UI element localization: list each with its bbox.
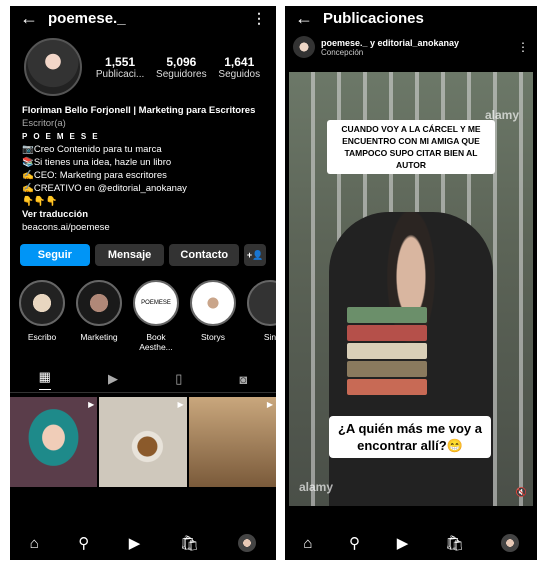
bottom-nav: ⌂ ⚲ ▶ 🛍 [285, 526, 537, 560]
profile-avatar[interactable] [24, 38, 82, 96]
search-icon[interactable]: ⚲ [78, 534, 89, 552]
watermark: alamy [299, 480, 334, 494]
profile-bio: Floriman Bello Forjonell | Marketing par… [10, 96, 276, 234]
reel-icon: ▶ [177, 400, 184, 409]
reel-icon: ▶ [88, 400, 95, 409]
bio-line: 👇👇👇 [22, 196, 58, 207]
meme-caption-bottom: ¿A quién más me voy a encontrar allí?😁 [329, 416, 491, 458]
contact-button[interactable]: Contacto [169, 244, 240, 266]
author-avatar[interactable] [293, 36, 315, 58]
follow-button[interactable]: Seguir [20, 244, 90, 266]
back-arrow-icon[interactable]: ← [20, 8, 48, 29]
story-highlights: Escribo Marketing POEMESE Book Aesthe... … [10, 266, 276, 352]
post-author[interactable]: poemese._ y editorial_anokanay [321, 38, 459, 48]
add-person-icon[interactable]: +👤 [244, 244, 267, 266]
highlight-item[interactable]: Storys [189, 280, 237, 352]
highlight-item[interactable]: Escribo [18, 280, 66, 352]
bio-line: ✍️CREATIVO en @editorial_anokanay [22, 183, 187, 194]
highlight-item[interactable]: POEMESE Book Aesthe... [132, 280, 180, 352]
watermark: alamy [485, 108, 520, 122]
stat-posts[interactable]: 1,551 Publicaci... [96, 55, 144, 80]
bio-link[interactable]: beacons.ai/poemese [22, 221, 266, 234]
profile-username: poemese._ [48, 9, 126, 27]
bio-category: Escritor(a) [22, 118, 66, 129]
highlight-item[interactable]: Marketing [75, 280, 123, 352]
post-media[interactable]: CUANDO VOY A LA CÁRCEL Y ME ENCUENTRO CO… [289, 72, 533, 506]
bio-brand: POEMESE [22, 132, 104, 141]
post-screen: ← Publicaciones poemese._ y editorial_an… [285, 6, 537, 560]
post-top-bar: ← Publicaciones [285, 6, 537, 30]
bio-line: ✍️CEO: Marketing para escritores [22, 170, 167, 181]
grid-post[interactable]: ▶ [99, 397, 187, 487]
highlight-item[interactable]: Sin [246, 280, 276, 352]
more-options-icon[interactable]: ⋮ [252, 10, 266, 27]
profile-tabs: ▦ ▶ ▯ ◙ [10, 366, 276, 393]
grid-post[interactable]: ▶ [10, 397, 98, 487]
bio-line: 📚Si tienes una idea, hazle un libro [22, 157, 172, 168]
reel-icon: ▶ [266, 400, 273, 409]
post-more-icon[interactable]: ⋮ [517, 40, 529, 54]
posts-grid: ▶ ▶ ▶ [10, 397, 276, 487]
reels-icon[interactable]: ▶ [397, 534, 409, 552]
home-icon[interactable]: ⌂ [30, 535, 39, 552]
stat-following[interactable]: 1,641 Seguidos [218, 55, 260, 80]
book-stack [347, 307, 427, 397]
post-header: poemese._ y editorial_anokanay Concepció… [285, 30, 537, 64]
meme-caption-top: CUANDO VOY A LA CÁRCEL Y ME ENCUENTRO CO… [327, 120, 495, 174]
shop-icon[interactable]: 🛍 [180, 534, 199, 552]
bottom-nav: ⌂ ⚲ ▶ 🛍 [10, 526, 276, 560]
reels-tab-icon[interactable]: ▶ [108, 371, 118, 387]
grid-tab-icon[interactable]: ▦ [38, 369, 51, 390]
guides-tab-icon[interactable]: ▯ [175, 371, 182, 387]
bio-name: Floriman Bello Forjonell | Marketing par… [22, 105, 256, 116]
stat-followers[interactable]: 5,096 Seguidores [156, 55, 207, 80]
back-arrow-icon[interactable]: ← [295, 8, 323, 29]
profile-screen: ← poemese._ ⋮ 1,551 Publicaci... 5,096 Seg… [10, 6, 276, 560]
post-screen-title: Publicaciones [323, 9, 424, 27]
mute-icon[interactable]: 🔇 [516, 487, 527, 498]
tagged-tab-icon[interactable]: ◙ [240, 372, 248, 387]
grid-post[interactable]: ▶ [188, 397, 276, 487]
search-icon[interactable]: ⚲ [349, 534, 360, 552]
profile-nav-avatar[interactable] [238, 534, 257, 552]
see-translation-link[interactable]: Ver traducción [22, 208, 266, 221]
shop-icon[interactable]: 🛍 [445, 534, 464, 552]
profile-nav-avatar[interactable] [500, 534, 519, 552]
profile-top-bar: ← poemese._ ⋮ [10, 6, 276, 30]
post-location[interactable]: Concepción [321, 48, 459, 57]
reels-icon[interactable]: ▶ [129, 534, 141, 552]
home-icon[interactable]: ⌂ [303, 535, 312, 552]
bio-line: 📷Creo Contenido para tu marca [22, 144, 162, 155]
message-button[interactable]: Mensaje [94, 244, 165, 266]
